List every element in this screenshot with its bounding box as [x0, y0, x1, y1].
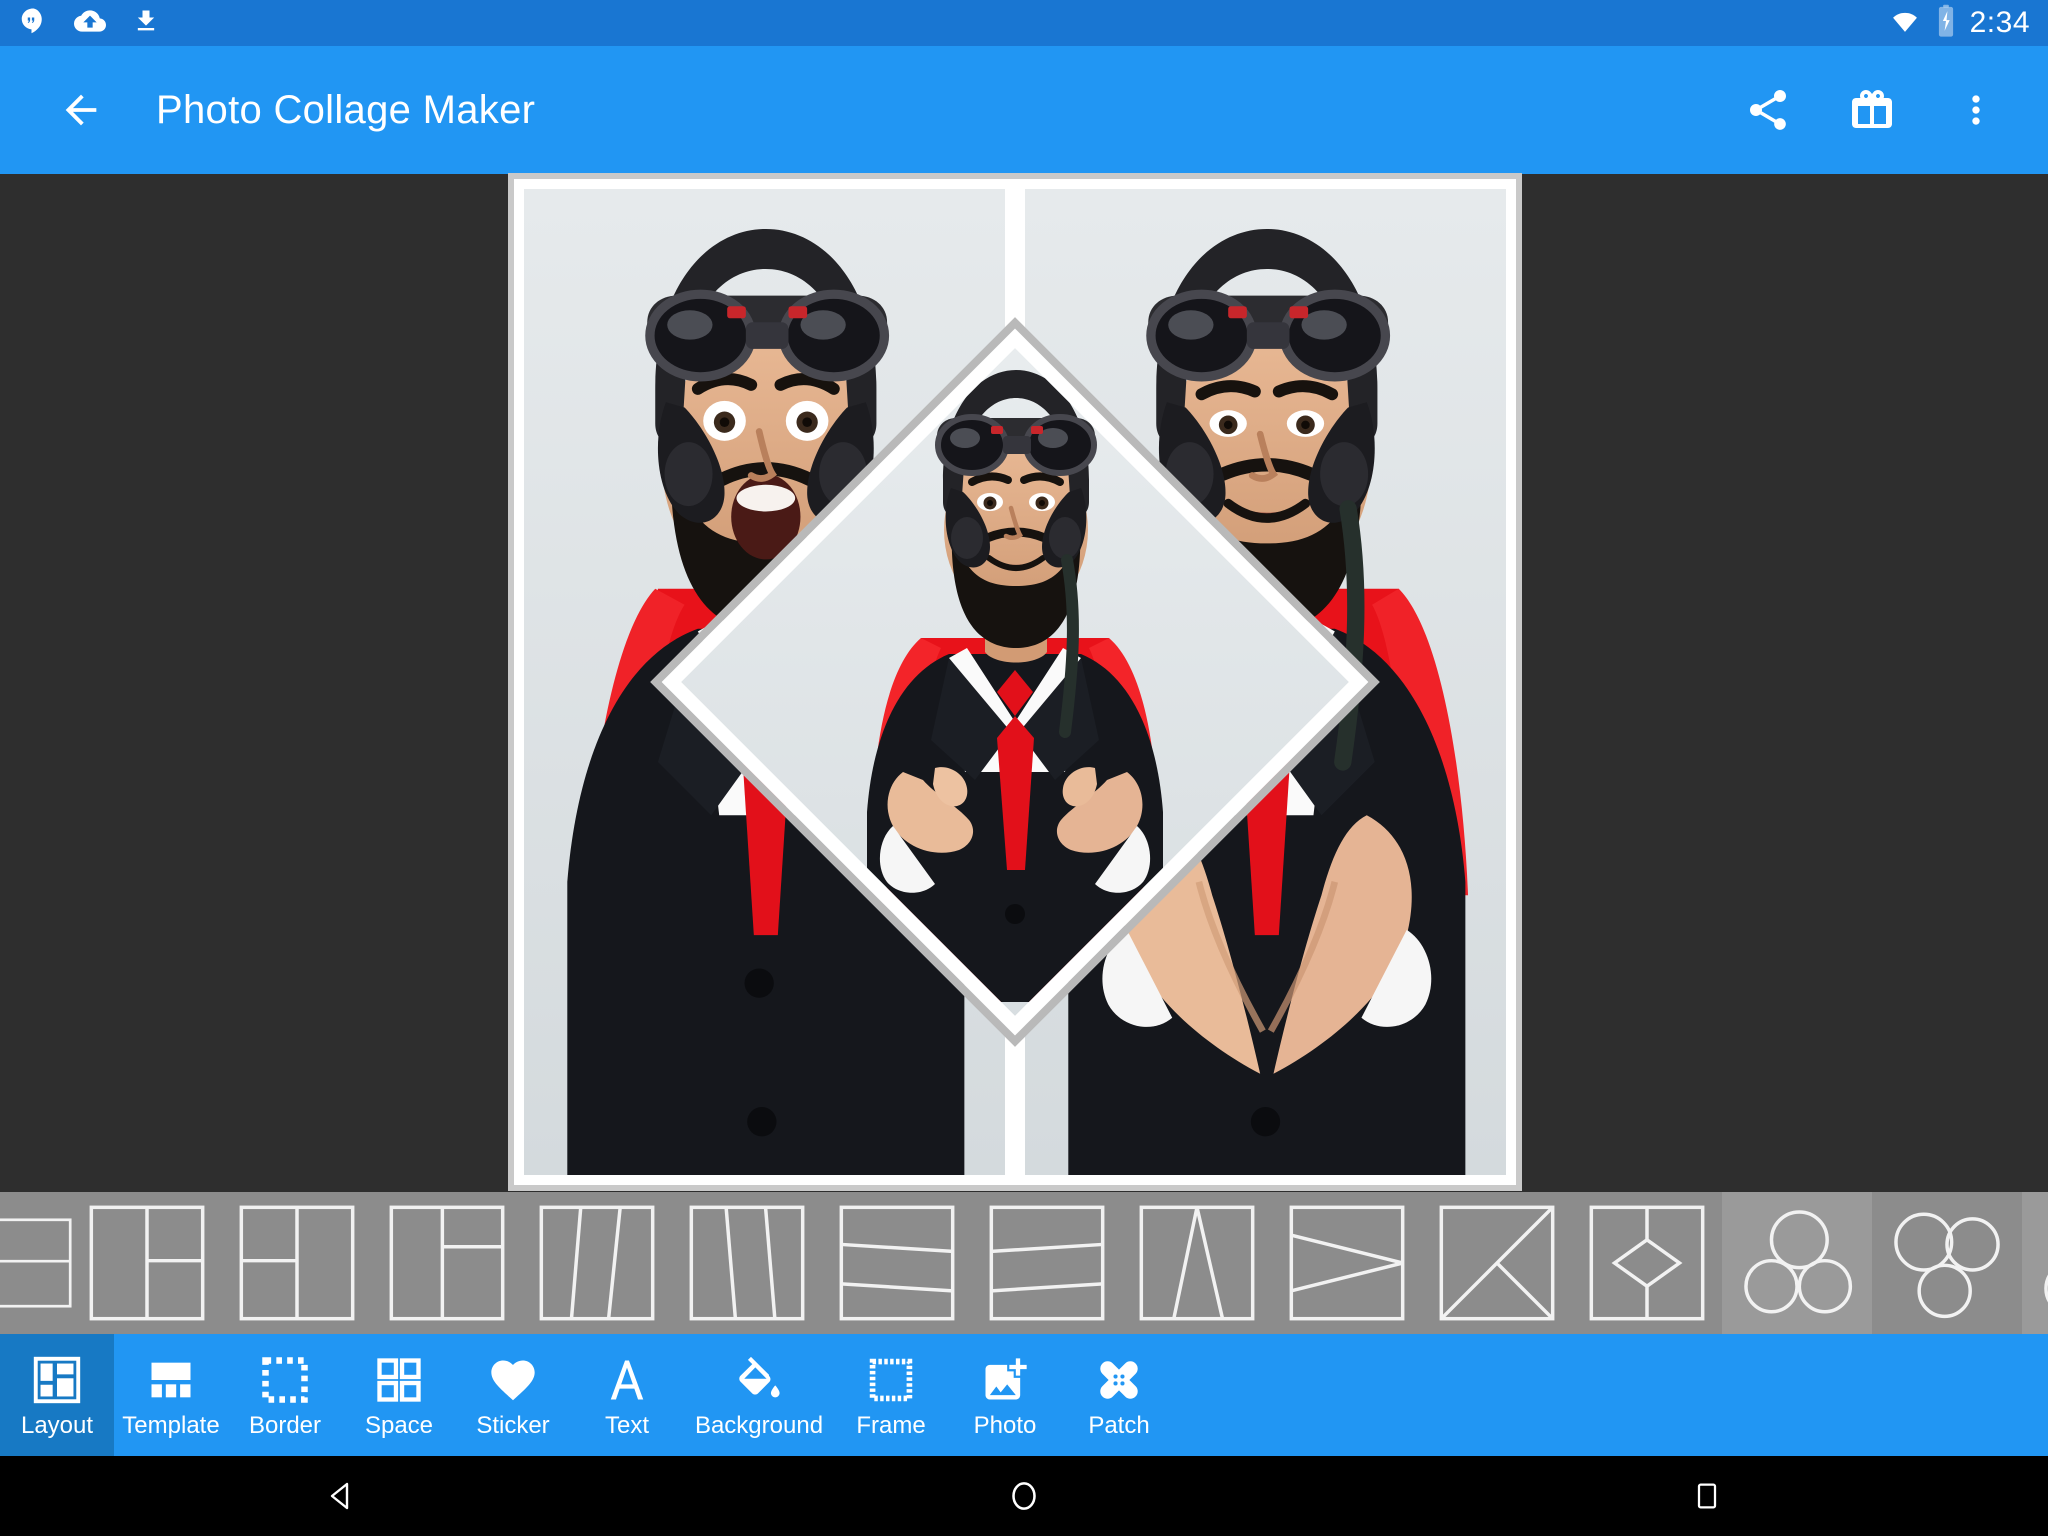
tab-frame-label: Frame [856, 1412, 926, 1439]
tab-frame[interactable]: Frame [834, 1334, 948, 1456]
status-bar-clock: 2:34 [1969, 6, 2030, 39]
tab-space[interactable]: Space [342, 1334, 456, 1456]
layout-thumb-14[interactable] [1872, 1192, 2022, 1334]
app-bar-actions [1734, 76, 2048, 144]
tab-layout-label: Layout [20, 1412, 94, 1439]
collage-canvas[interactable] [0, 173, 2048, 1192]
layout-thumb-8[interactable] [972, 1192, 1122, 1334]
hangouts-icon [18, 6, 48, 41]
tab-patch-label: Patch [1088, 1412, 1150, 1439]
layout-thumb-4[interactable] [372, 1192, 522, 1334]
bottom-toolbar[interactable]: Layout Template Border Space Sticker Tex… [0, 1334, 2048, 1456]
tab-patch[interactable]: Patch [1062, 1334, 1176, 1456]
wifi-icon [1888, 8, 1922, 39]
back-arrow-icon[interactable] [44, 73, 118, 147]
layout-thumb-12[interactable] [1572, 1192, 1722, 1334]
download-icon [132, 7, 160, 40]
layout-thumb-3[interactable] [222, 1192, 372, 1334]
layout-thumb-6[interactable] [672, 1192, 822, 1334]
status-bar-system: 2:34 [1888, 4, 2048, 43]
bandage-icon [1093, 1352, 1145, 1408]
paint-bucket-icon [733, 1352, 785, 1408]
collage-inner [514, 179, 1516, 1185]
cloud-upload-icon [74, 5, 106, 42]
space-grid-icon [373, 1352, 425, 1408]
tab-template[interactable]: Template [114, 1334, 228, 1456]
layout-thumbnail-strip[interactable] [0, 1192, 2048, 1334]
layout-grid-icon [31, 1352, 83, 1408]
app-screen: 2:34 Photo Collage Maker Layout Template… [0, 0, 2048, 1536]
status-bar-notifications [0, 5, 160, 42]
nav-recents-button[interactable] [1647, 1456, 1767, 1536]
tab-background[interactable]: Background [684, 1334, 834, 1456]
nav-home-button[interactable] [964, 1456, 1084, 1536]
tab-space-label: Space [364, 1412, 434, 1439]
tab-sticker[interactable]: Sticker [456, 1334, 570, 1456]
layout-thumb-9[interactable] [1122, 1192, 1272, 1334]
layout-thumb-11[interactable] [1422, 1192, 1572, 1334]
tab-photo-label: Photo [973, 1412, 1037, 1439]
app-bar: Photo Collage Maker [0, 46, 2048, 174]
tab-text-label: Text [604, 1412, 649, 1439]
layout-thumb-13[interactable] [1722, 1192, 1872, 1334]
layout-thumb-1[interactable] [0, 1192, 72, 1334]
frame-icon [865, 1352, 917, 1408]
layout-thumb-10[interactable] [1272, 1192, 1422, 1334]
status-bar: 2:34 [0, 0, 2048, 46]
border-dashed-icon [259, 1352, 311, 1408]
tab-border[interactable]: Border [228, 1334, 342, 1456]
tab-photo[interactable]: Photo [948, 1334, 1062, 1456]
layout-thumb-5[interactable] [522, 1192, 672, 1334]
tab-template-label: Template [122, 1412, 220, 1439]
battery-charging-icon [1936, 4, 1956, 43]
tab-border-label: Border [248, 1412, 322, 1439]
heart-icon [487, 1352, 539, 1408]
overflow-menu-icon[interactable] [1942, 76, 2010, 144]
layout-thumb-2[interactable] [72, 1192, 222, 1334]
tab-layout[interactable]: Layout [0, 1334, 114, 1456]
share-icon[interactable] [1734, 76, 1802, 144]
page-title: Photo Collage Maker [156, 87, 536, 132]
template-icon [145, 1352, 197, 1408]
text-a-icon [601, 1352, 653, 1408]
gift-icon[interactable] [1838, 76, 1906, 144]
tab-text[interactable]: Text [570, 1334, 684, 1456]
tab-background-label: Background [694, 1412, 824, 1439]
add-photo-icon [979, 1352, 1031, 1408]
layout-thumb-7[interactable] [822, 1192, 972, 1334]
collage-frame[interactable] [508, 173, 1522, 1191]
layout-thumb-15[interactable] [2022, 1192, 2048, 1334]
nav-back-button[interactable] [281, 1456, 401, 1536]
android-nav-bar [0, 1456, 2048, 1536]
tab-sticker-label: Sticker [476, 1412, 550, 1439]
